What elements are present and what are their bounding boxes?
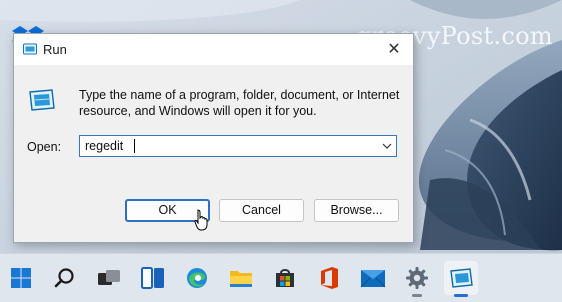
windows-logo-icon (11, 268, 31, 288)
text-caret (134, 139, 135, 153)
open-label: Open: (27, 140, 62, 154)
task-view-icon (98, 270, 120, 285)
folder-icon (230, 271, 252, 287)
active-indicator (454, 294, 468, 297)
search-icon (54, 268, 74, 288)
mouse-pointer-icon (194, 209, 208, 231)
taskbar-edge-button[interactable] (180, 261, 214, 295)
gear-icon (406, 267, 428, 289)
taskbar-file-explorer-button[interactable] (224, 261, 258, 295)
run-dialog: Run ✕ Type the name of a program, folder… (13, 33, 414, 243)
taskbar-run-button[interactable] (444, 261, 478, 297)
taskbar-task-view-button[interactable] (92, 261, 126, 295)
browse-button[interactable]: Browse... (314, 199, 399, 222)
close-button[interactable]: ✕ (381, 38, 407, 62)
taskbar-office-button[interactable] (312, 261, 346, 295)
taskbar (0, 253, 562, 302)
running-indicator (412, 294, 422, 297)
taskbar-store-button[interactable] (268, 261, 302, 295)
taskbar-start-button[interactable] (4, 261, 38, 295)
office-icon (321, 267, 338, 289)
taskbar-mail-button[interactable] (356, 261, 390, 295)
chevron-down-icon[interactable] (382, 142, 392, 150)
store-icon (276, 269, 294, 287)
dialog-title: Run (43, 42, 67, 57)
edge-icon (187, 268, 207, 288)
title-bar[interactable]: Run ✕ (14, 34, 413, 65)
open-input[interactable] (80, 136, 375, 156)
taskbar-search-button[interactable] (48, 261, 82, 295)
open-combobox[interactable] (79, 135, 397, 157)
mail-icon (360, 270, 386, 288)
run-description: Type the name of a program, folder, docu… (79, 88, 400, 118)
taskbar-widgets-button[interactable] (136, 261, 170, 295)
taskbar-settings-button[interactable] (400, 261, 434, 297)
cancel-button[interactable]: Cancel (219, 199, 304, 222)
widgets-icon (141, 267, 164, 289)
close-icon: ✕ (387, 41, 401, 58)
run-title-icon (23, 43, 37, 55)
run-icon (29, 89, 55, 111)
run-icon (450, 268, 473, 288)
